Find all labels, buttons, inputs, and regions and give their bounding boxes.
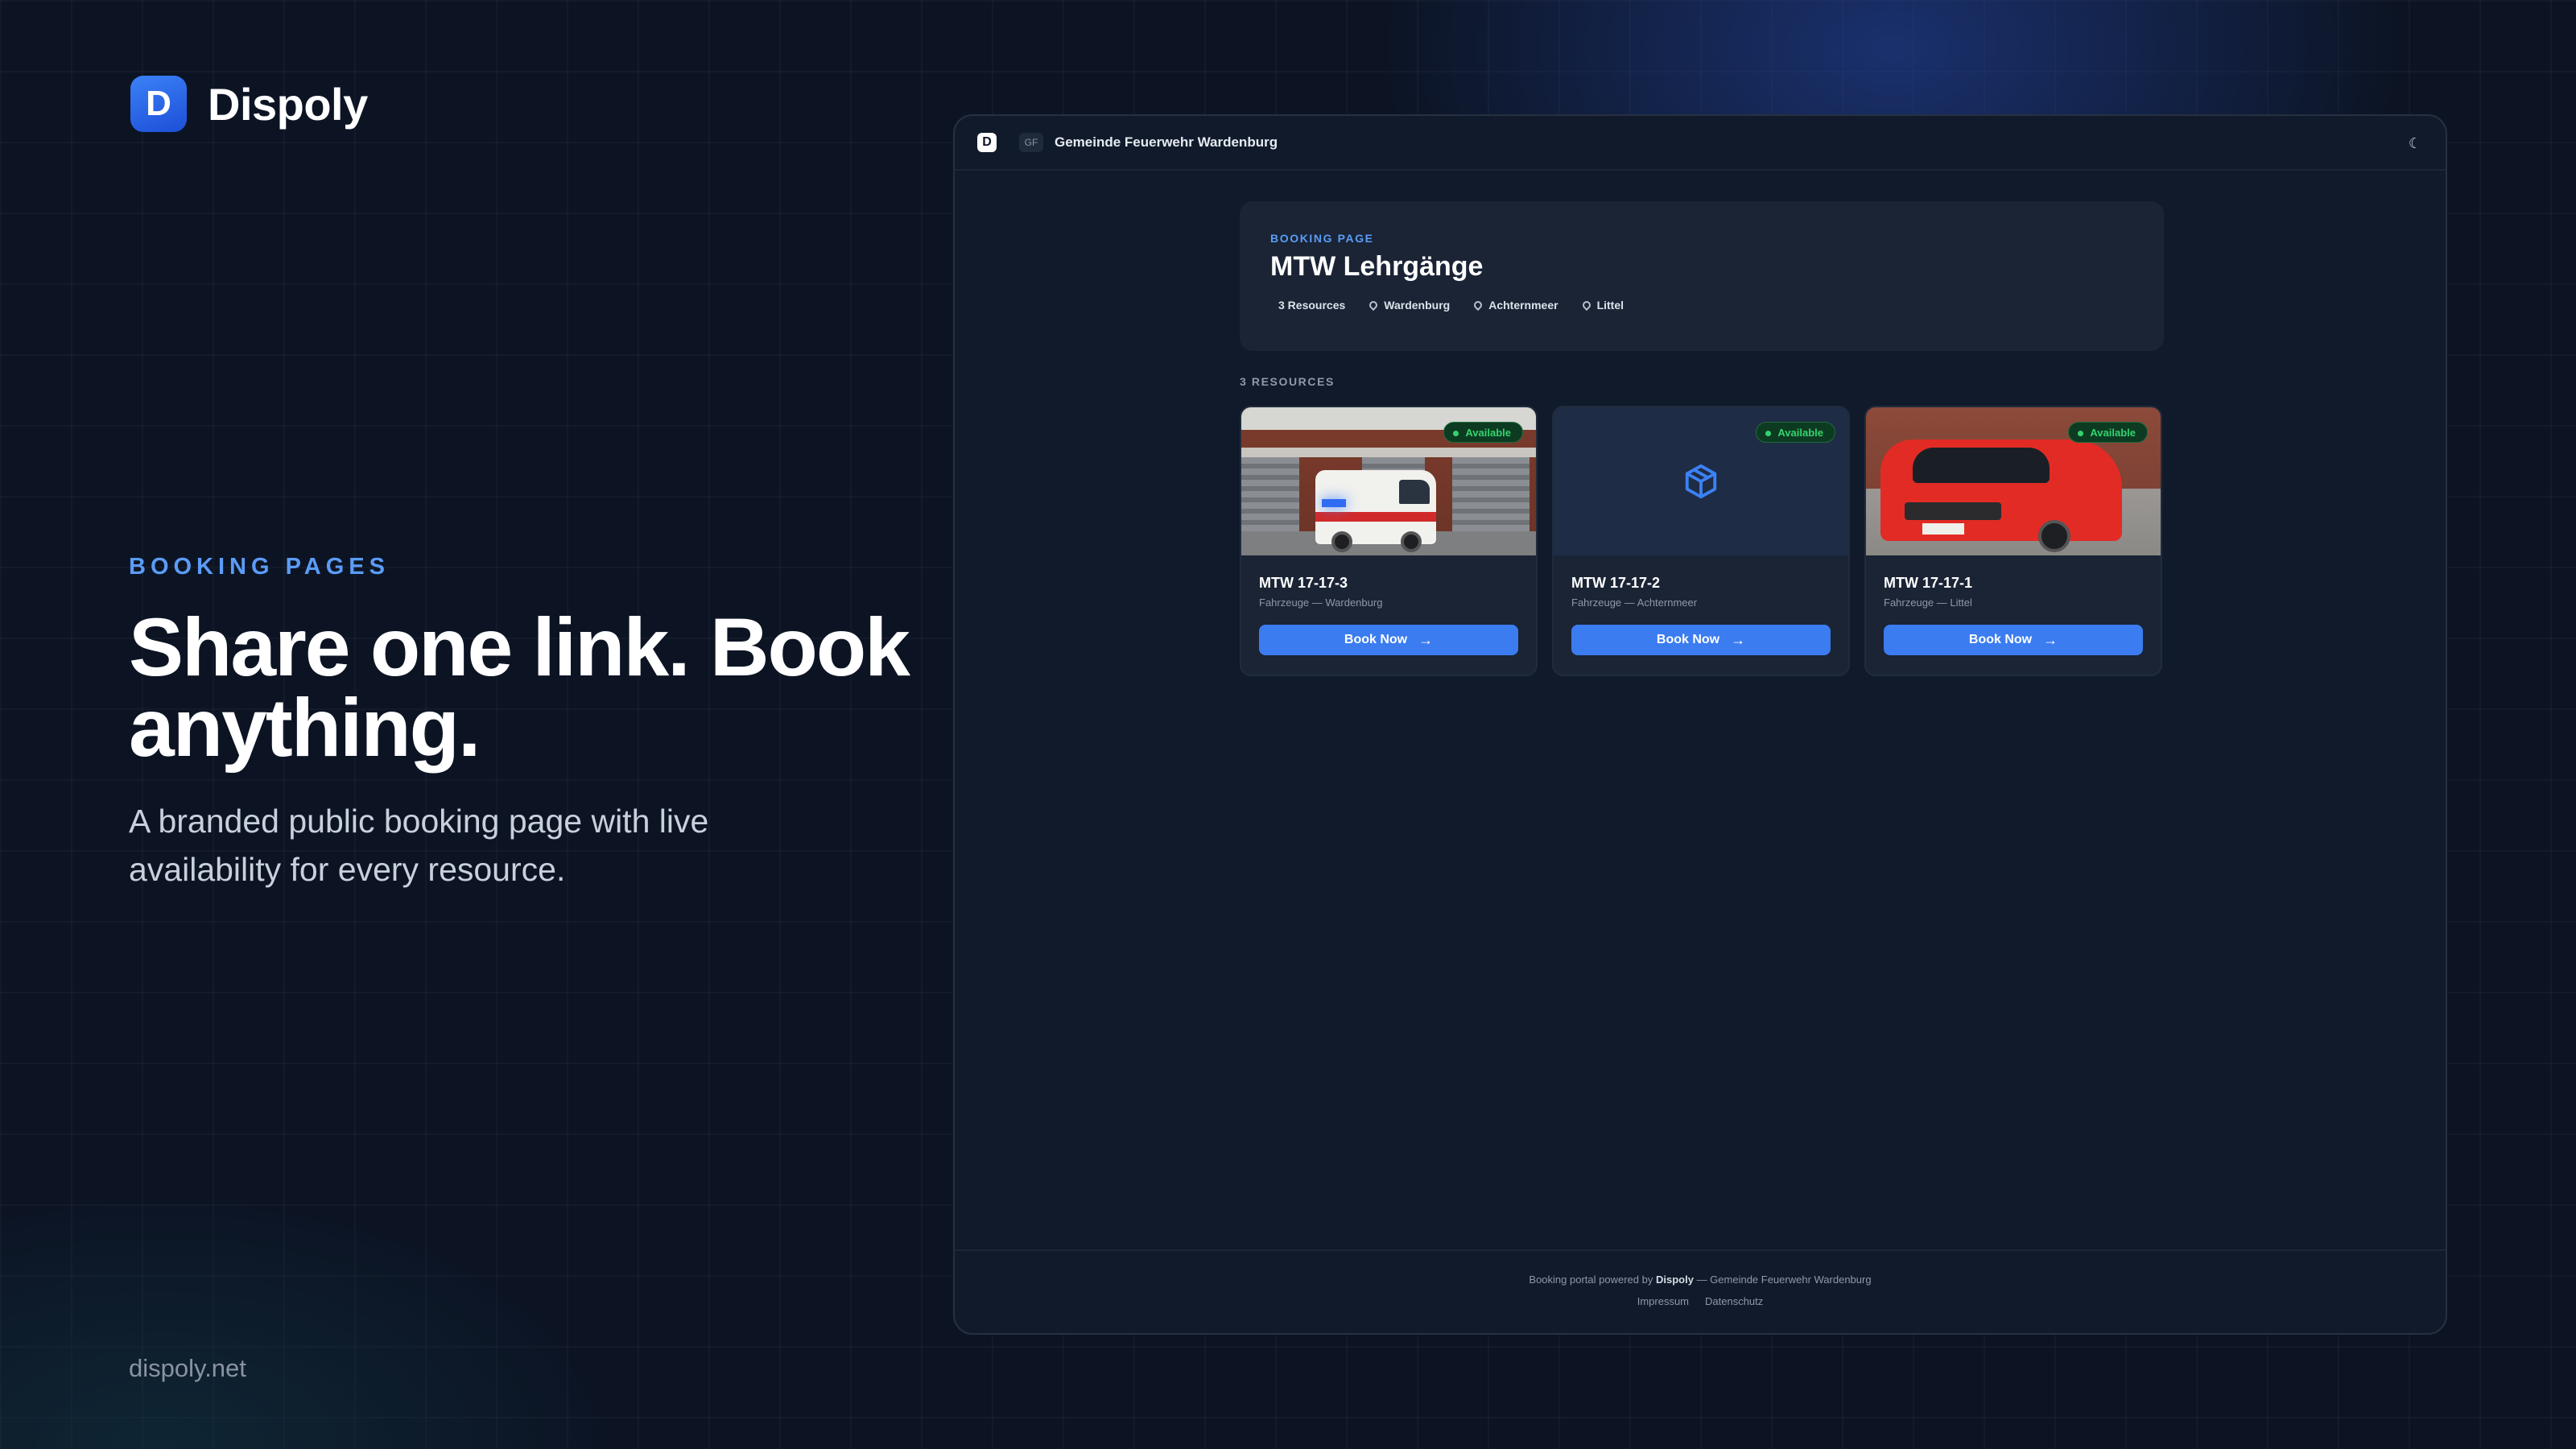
book-now-button[interactable]: Book Now → xyxy=(1259,625,1518,655)
resource-count: 3 Resources xyxy=(1278,299,1346,312)
location-achternmeer: Achternmeer xyxy=(1472,299,1558,312)
hero-subline: A branded public booking page with live … xyxy=(129,803,709,888)
book-now-button[interactable]: Book Now → xyxy=(1884,625,2143,655)
hero-headline: Share one link. Book anything. xyxy=(129,601,910,774)
location-wardenburg: Wardenburg xyxy=(1368,299,1450,312)
org-avatar: GF xyxy=(1019,133,1043,152)
arrow-right-icon: → xyxy=(1731,631,1746,648)
dispoly-small-logo-icon: D xyxy=(977,133,997,152)
resource-subtitle: Fahrzeuge — Achternmeer xyxy=(1571,597,1698,609)
resource-name: MTW 17-17-1 xyxy=(1884,575,1973,591)
org-name: Gemeinde Feuerwehr Wardenburg xyxy=(1055,134,1278,150)
brand: D Dispoly xyxy=(130,76,368,132)
footer-powered-by: Booking portal powered by Dispoly — Geme… xyxy=(1529,1274,1872,1286)
brand-name: Dispoly xyxy=(208,78,368,130)
location-pin-icon xyxy=(1580,299,1592,312)
booking-footer: Booking portal powered by Dispoly — Geme… xyxy=(955,1249,2446,1333)
booking-meta: 3 Resources Wardenburg Achternmeer Litte… xyxy=(1270,299,2133,312)
dispoly-logo-icon: D xyxy=(130,76,187,132)
resource-placeholder: Available xyxy=(1554,407,1848,555)
resource-card[interactable]: Available MTW 17-17-3 Fahrzeuge — Warden… xyxy=(1240,406,1538,676)
status-badge: Available xyxy=(1756,422,1835,443)
resource-name: MTW 17-17-2 xyxy=(1571,575,1661,591)
status-badge: Available xyxy=(2068,422,2148,443)
location-pin-icon xyxy=(1368,299,1380,312)
footer-links: Impressum Datenschutz xyxy=(955,1295,2446,1307)
resource-card[interactable]: Available MTW 17-17-1 Fahrzeuge — Littel… xyxy=(1864,406,2162,676)
booking-kicker: BOOKING PAGE xyxy=(1270,232,1374,245)
book-now-button[interactable]: Book Now → xyxy=(1571,625,1831,655)
location-pin-icon xyxy=(1472,299,1484,312)
arrow-right-icon: → xyxy=(1418,631,1434,648)
window-topbar: D GF Gemeinde Feuerwehr Wardenburg ☾ xyxy=(955,116,2446,171)
location-littel: Littel xyxy=(1580,299,1624,312)
datenschutz-link[interactable]: Datenschutz xyxy=(1705,1295,1763,1307)
booking-header-card: BOOKING PAGE MTW Lehrgänge 3 Resources W… xyxy=(1240,201,2164,351)
moon-icon[interactable]: ☾ xyxy=(2405,134,2425,153)
impressum-link[interactable]: Impressum xyxy=(1637,1295,1689,1307)
box-icon xyxy=(1685,464,1717,499)
resource-subtitle: Fahrzeuge — Littel xyxy=(1884,597,1972,609)
red-van-photo: Available xyxy=(1866,407,2161,555)
hero-eyebrow: BOOKING PAGES xyxy=(129,554,390,580)
ambulance-photo: Available xyxy=(1241,407,1536,555)
booking-title: MTW Lehrgänge xyxy=(1270,251,1484,282)
resource-card[interactable]: Available MTW 17-17-2 Fahrzeuge — Achter… xyxy=(1552,406,1850,676)
footer-brand[interactable]: Dispoly xyxy=(1656,1274,1694,1286)
booking-page-window: D GF Gemeinde Feuerwehr Wardenburg ☾ BOO… xyxy=(953,114,2447,1335)
site-url[interactable]: dispoly.net xyxy=(129,1354,246,1383)
resource-name: MTW 17-17-3 xyxy=(1259,575,1348,591)
arrow-right-icon: → xyxy=(2043,631,2058,648)
resource-cards: Available MTW 17-17-3 Fahrzeuge — Warden… xyxy=(1240,406,2162,676)
resource-subtitle: Fahrzeuge — Wardenburg xyxy=(1259,597,1383,609)
status-badge: Available xyxy=(1443,422,1523,443)
resources-label: 3 RESOURCES xyxy=(1240,375,1335,388)
